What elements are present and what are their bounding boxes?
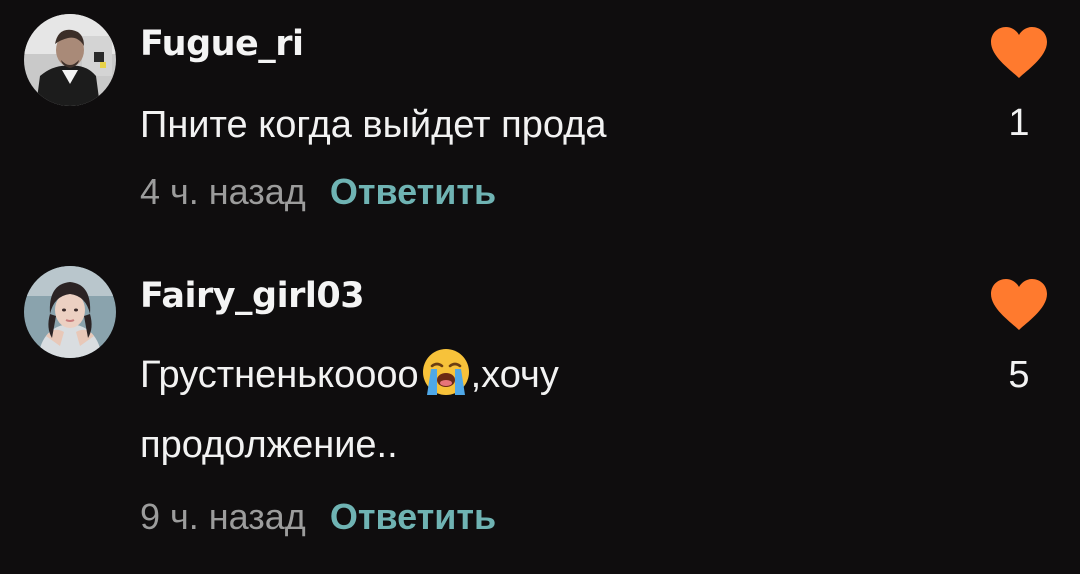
comment-meta: 9 ч. назад Ответить [140,495,496,539]
avatar-man-image [24,14,116,106]
user-avatar[interactable] [24,266,116,358]
comment-text-line: Пните когда выйдет прода [140,104,607,146]
comment-text: Грустненькоооо ,хочу продолжение.. [140,340,860,480]
heart-icon [991,279,1047,330]
comment-item: Fairy_girl03 Грустненькоооо ,хочу продол… [0,250,1080,574]
reply-button[interactable]: Ответить [330,171,496,212]
comment-text: Пните когда выйдет прода [140,90,860,160]
comment-timestamp: 4 ч. назад [140,171,306,212]
comment-text-part: Грустненькоооо [140,354,419,396]
comment-meta: 4 ч. назад Ответить [140,170,496,214]
comment-timestamp: 9 ч. назад [140,496,306,537]
comment-item: Fugue_ri Пните когда выйдет прода 4 ч. н… [0,0,1080,250]
avatar-girl-image [24,266,116,358]
comment-text-part: ,хочу [470,354,559,396]
reply-button[interactable]: Ответить [330,496,496,537]
comment-username[interactable]: Fairy_girl03 [140,276,365,316]
user-avatar[interactable] [24,14,116,106]
like-count: 5 [1008,354,1030,396]
comment-text-line: Грустненькоооо ,хочу [140,340,860,410]
comment-text-line: продолжение.. [140,424,398,466]
crying-face-icon [422,349,469,395]
like-button[interactable] [990,27,1048,79]
comment-username[interactable]: Fugue_ri [140,24,304,64]
heart-icon [991,27,1047,78]
loudly-crying-face-emoji [421,347,471,397]
like-count: 1 [1008,102,1030,144]
like-button[interactable] [990,279,1048,331]
